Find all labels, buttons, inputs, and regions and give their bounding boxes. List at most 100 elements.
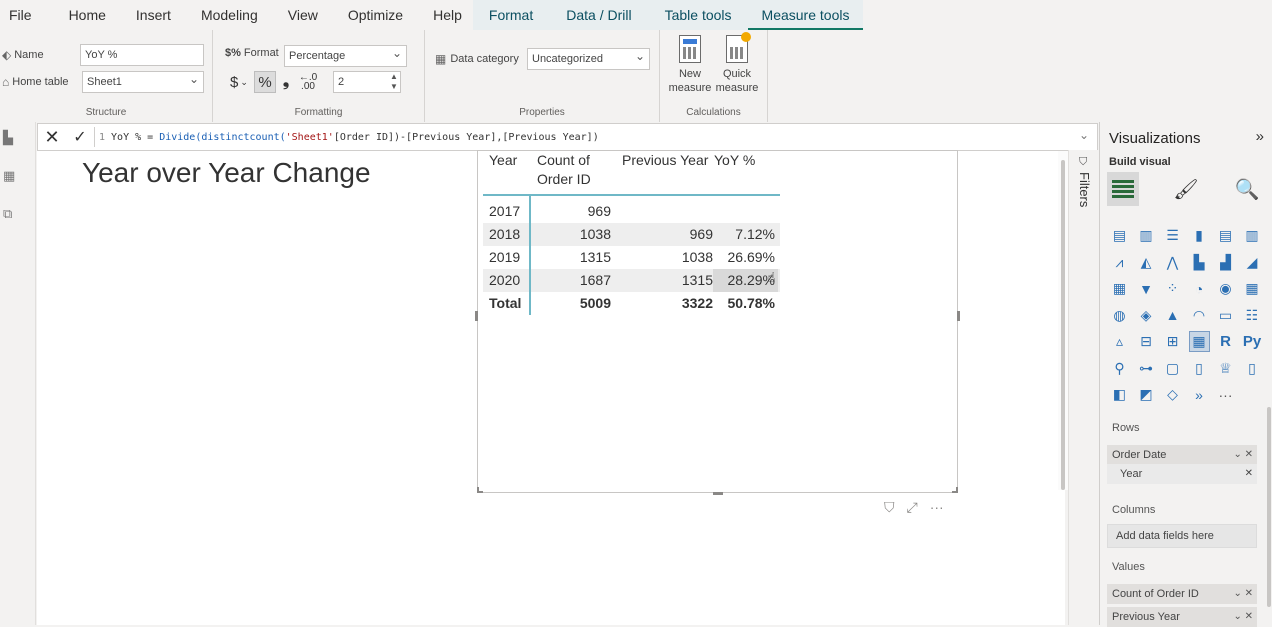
tab-table-tools[interactable]: Table tools [648,0,748,30]
build-visual-icon[interactable] [1107,172,1139,206]
rows-field-year[interactable]: Year ✕ [1107,464,1257,484]
card-icon[interactable]: ▭ [1216,306,1235,325]
gauge-icon[interactable]: ◠ [1190,306,1209,325]
data-category-dropdown[interactable]: Uncategorized [527,46,650,70]
pie-chart-icon[interactable]: ◔ [1190,279,1209,298]
menu-optimize[interactable]: Optimize [329,0,414,30]
menu-file[interactable]: File [0,0,43,30]
100-column-chart-icon[interactable]: ▥ [1243,226,1262,245]
values-field-previous-year[interactable]: Previous Year ⌄ ✕ [1107,607,1257,627]
waterfall-chart-icon[interactable]: ▦ [1110,279,1129,298]
collapse-pane-icon[interactable]: » [1256,128,1264,145]
menu-insert[interactable]: Insert [117,0,182,30]
azure-map-icon[interactable]: ▲ [1163,306,1182,325]
resize-handle[interactable] [475,311,478,321]
menu-help[interactable]: Help [414,0,473,30]
header-previous-year[interactable]: Previous Year [611,151,714,194]
more-visuals-icon[interactable]: ··· [1216,385,1235,404]
clustered-column-chart-icon[interactable]: ▮ [1190,226,1209,245]
header-yoy[interactable]: YoY % [714,151,779,194]
100-bar-chart-icon[interactable]: ▤ [1216,226,1235,245]
header-year[interactable]: Year [483,151,531,194]
menu-home[interactable]: Home [43,0,117,30]
model-view-icon[interactable]: ⧉ [3,206,19,221]
page-title[interactable]: Year over Year Change [82,157,371,189]
table-icon[interactable]: ⊞ [1163,332,1182,351]
new-measure-button[interactable]: New measure [668,35,712,95]
comma-button[interactable]: ❟ [278,71,294,93]
format-dropdown[interactable]: Percentage [284,43,407,67]
matrix-icon[interactable]: ▦ [1188,331,1210,352]
power-automate-icon[interactable]: ◩ [1137,385,1156,404]
resize-handle[interactable] [477,487,483,493]
currency-button[interactable]: $ ⌄ [225,71,253,93]
stepper-arrows-icon[interactable]: ▲ ▼ [390,72,398,92]
filled-map-icon[interactable]: ◈ [1137,306,1156,325]
remove-field-icon[interactable]: ⌄ ✕ [1233,445,1253,465]
table-view-icon[interactable]: ▦ [3,168,19,183]
line-and-column-chart-icon[interactable]: ▙ [1190,253,1209,272]
columns-drop-zone[interactable]: Add data fields here [1107,524,1257,548]
line-and-stacked-column-icon[interactable]: ▟ [1216,253,1235,272]
python-visual-icon[interactable]: Py [1243,332,1262,351]
focus-mode-icon[interactable]: ⤢ [907,499,918,516]
power-apps-icon[interactable]: ◧ [1110,385,1129,404]
filters-pane-collapsed[interactable]: ⛉ Filters [1068,150,1098,625]
quick-measure-button[interactable]: Quick measure [715,32,759,95]
stacked-area-chart-icon[interactable]: ⋀ [1163,253,1182,272]
resize-handle[interactable] [957,311,960,321]
tab-measure-tools[interactable]: Measure tools [747,0,864,30]
qa-icon[interactable]: ▢ [1163,359,1182,378]
home-table-dropdown[interactable]: Sheet1 [82,69,204,93]
filter-icon[interactable]: ⛉ [884,499,895,516]
ribbon-chart-icon[interactable]: ◢ [1243,253,1262,272]
percent-button[interactable]: % [254,71,276,93]
remove-field-icon[interactable]: ⌄ ✕ [1233,584,1253,604]
formula-text[interactable]: 1 YoY % = Divide(distinctcount('Sheet1'[O… [99,132,599,143]
area-chart-icon[interactable]: ◭ [1137,253,1156,272]
donut-chart-icon[interactable]: ◉ [1216,279,1235,298]
formula-bar[interactable]: ✕ ✓ 1 YoY % = Divide(distinctcount('Sheet… [37,123,1098,151]
header-count[interactable]: Count of Order ID [531,151,611,194]
expand-formula-icon[interactable]: ⌄ [1079,128,1089,142]
smart-narrative-icon[interactable]: ▯ [1190,359,1209,378]
table-row[interactable]: 2017 969 [483,200,780,223]
rows-field-order-date[interactable]: Order Date ⌄ ✕ [1107,445,1257,465]
decomposition-tree-icon[interactable]: ⊶ [1137,359,1156,378]
pane-scrollbar[interactable] [1267,407,1271,607]
table-row[interactable]: 2020 1687 1315 28.29% [483,269,780,292]
values-field-count-order-id[interactable]: Count of Order ID ⌄ ✕ [1107,584,1257,604]
more-options-icon[interactable]: ··· [930,499,944,516]
kpi-icon[interactable]: ▵ [1110,332,1129,351]
multi-row-card-icon[interactable]: ☷ [1243,306,1262,325]
stacked-bar-chart-icon[interactable]: ▤ [1110,226,1129,245]
tab-format[interactable]: Format [472,0,550,30]
canvas-scrollbar[interactable] [1058,150,1068,490]
tab-data-drill[interactable]: Data / Drill [549,0,649,30]
menu-modeling[interactable]: Modeling [182,0,269,30]
total-row[interactable]: Total 5009 3322 50.78% [483,292,780,315]
r-script-icon[interactable]: R [1216,332,1235,351]
chevron-visual-icon[interactable]: » [1190,385,1209,404]
funnel-icon[interactable]: ▼ [1137,279,1156,298]
table-row[interactable]: 2018 1038 969 7.12% [483,223,780,246]
treemap-icon[interactable]: ▦ [1243,279,1262,298]
remove-field-icon[interactable]: ✕ [1245,464,1253,484]
menu-view[interactable]: View [269,0,329,30]
name-input[interactable]: YoY % [80,44,204,66]
stacked-column-chart-icon[interactable]: ▥ [1137,226,1156,245]
remove-field-icon[interactable]: ⌄ ✕ [1233,607,1253,627]
paginated-report-icon[interactable]: ▯ [1243,359,1262,378]
scatter-chart-icon[interactable]: ⁘ [1163,279,1182,298]
line-chart-icon[interactable]: ⩘ [1110,253,1129,272]
table-row[interactable]: 2019 1315 1038 26.69% [483,246,780,269]
commit-formula-icon[interactable]: ✓ [66,127,94,147]
slicer-icon[interactable]: ⊟ [1137,332,1156,351]
resize-handle[interactable] [952,487,958,493]
power-apps-diamond-icon[interactable]: ◇ [1163,385,1182,404]
key-influencers-icon[interactable]: ⚲ [1110,359,1129,378]
decimal-places-icon[interactable]: ←.0.00 [297,71,319,93]
goals-icon[interactable]: ♕ [1216,359,1235,378]
format-visual-icon[interactable]: 🖌 [1170,172,1202,206]
map-icon[interactable]: ◍ [1110,306,1129,325]
